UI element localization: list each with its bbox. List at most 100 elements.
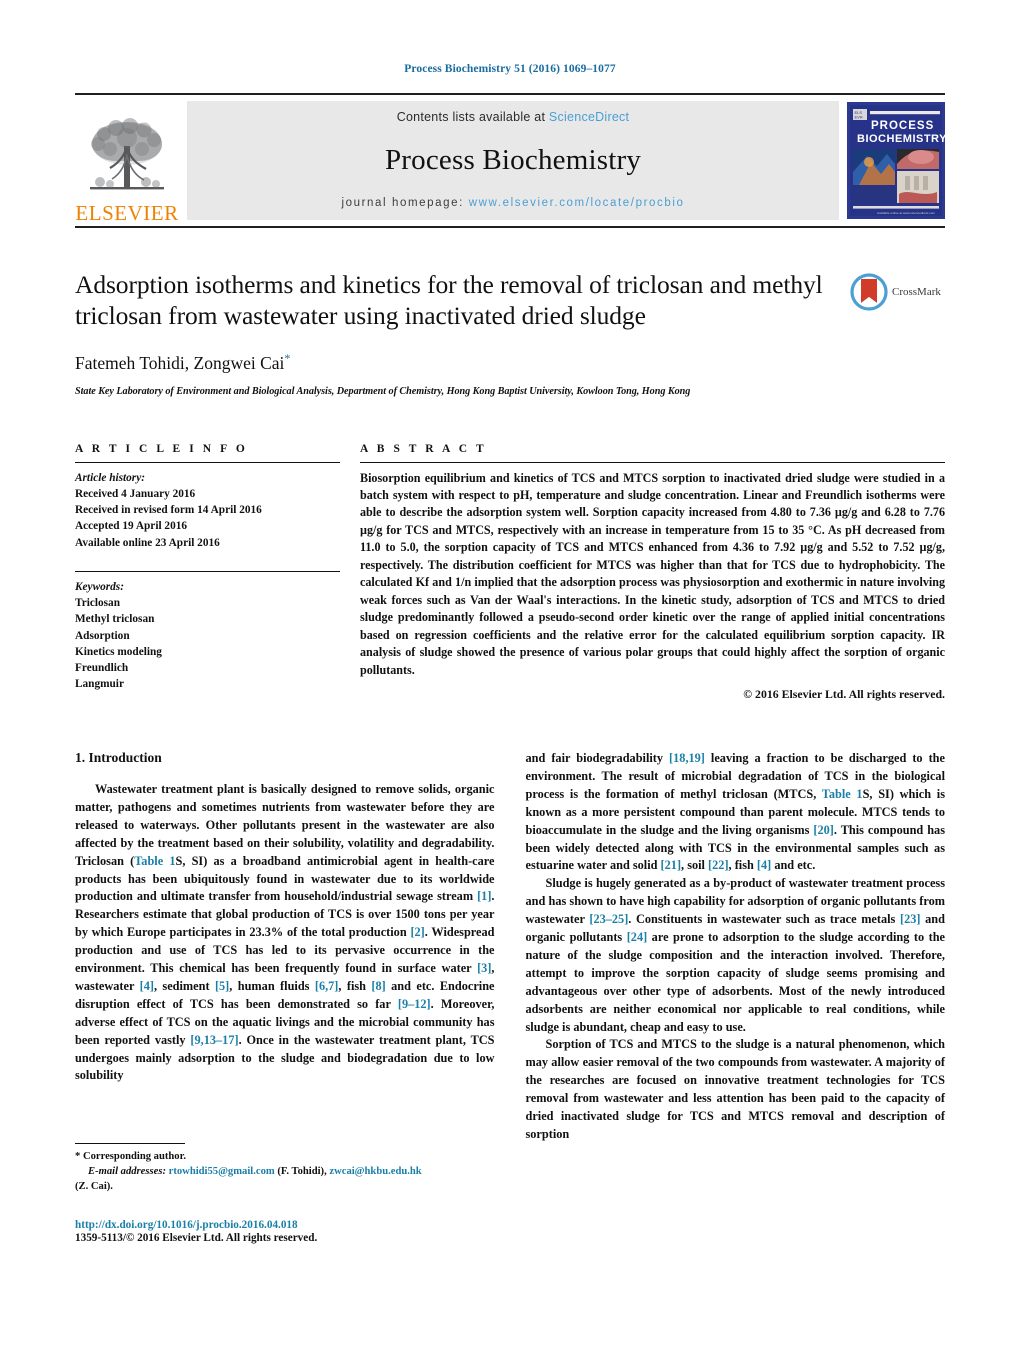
citation-4b[interactable]: [4] xyxy=(757,858,771,872)
keyword-item: Adsorption xyxy=(75,629,130,642)
svg-text:EVR: EVR xyxy=(855,115,863,120)
abstract-copyright: © 2016 Elsevier Ltd. All rights reserved… xyxy=(743,687,945,702)
keyword-item: Kinetics modeling xyxy=(75,645,162,658)
text-run: , soil xyxy=(681,858,709,873)
page-title: Adsorption isotherms and kinetics for th… xyxy=(75,270,823,330)
text-run: , sediment xyxy=(153,978,215,993)
body-columns: 1. Introduction Wastewater treatment pla… xyxy=(75,750,945,1144)
history-item: Received in revised form 14 April 2016 xyxy=(75,504,262,517)
elsevier-wordmark: ELSEVIER xyxy=(75,201,179,225)
author-names: Fatemeh Tohidi, Zongwei Cai xyxy=(75,352,285,373)
text-run: and etc. xyxy=(771,858,816,873)
journal-masthead: ELSEVIER Contents lists available at Sci… xyxy=(75,93,947,228)
title-block: Adsorption isotherms and kinetics for th… xyxy=(75,270,945,397)
link-table-1s-b[interactable]: Table 1 xyxy=(822,787,863,801)
body-right-column: and fair biodegradability [18,19] leavin… xyxy=(526,750,946,1144)
running-head: Process Biochemistry 51 (2016) 1069–1077 xyxy=(404,63,616,75)
text-run: , fish xyxy=(338,978,372,993)
keywords-label: Keywords: xyxy=(75,580,124,593)
email-addresses-note: E-mail addresses: rtowhidi55@gmail.com (… xyxy=(75,1164,505,1179)
article-info-column: A R T I C L E I N F O Article history: R… xyxy=(75,443,340,703)
journal-band: Contents lists available at ScienceDirec… xyxy=(187,101,839,220)
citation-21[interactable]: [21] xyxy=(661,858,682,872)
abstract-rule xyxy=(360,461,945,463)
email-label: E-mail addresses: xyxy=(88,1166,166,1178)
contents-lists-line: Contents lists available at ScienceDirec… xyxy=(397,110,630,124)
citation-9-12[interactable]: [9–12] xyxy=(398,997,431,1011)
abstract-heading: A B S T R A C T xyxy=(360,442,487,455)
issn-copyright-line: 1359-5113/© 2016 Elsevier Ltd. All right… xyxy=(75,1232,318,1244)
history-item: Available online 23 April 2016 xyxy=(75,536,220,549)
info-abstract-row: A R T I C L E I N F O Article history: R… xyxy=(75,443,945,703)
body-left-column: 1. Introduction Wastewater treatment pla… xyxy=(75,750,495,1144)
footnote-block: * Corresponding author. E-mail addresses… xyxy=(75,1143,505,1194)
svg-text:Available online at www.scienc: Available online at www.sciencedirect.co… xyxy=(877,211,935,215)
citation-9-13-17[interactable]: [9,13–17] xyxy=(190,1033,238,1047)
history-item: Accepted 19 April 2016 xyxy=(75,520,188,533)
crossmark-label: CrossMark xyxy=(892,286,941,298)
svg-text:PROCESS: PROCESS xyxy=(871,120,934,132)
email-owner-2: (Z. Cai). xyxy=(75,1181,113,1193)
journal-cover-thumbnail: ELS EVR PROCESS BIOCHEMISTRY Available o… xyxy=(847,102,947,219)
history-item: Received 4 January 2016 xyxy=(75,487,196,500)
citation-2[interactable]: [2] xyxy=(410,925,424,939)
email-owner-1: (F. Tohidi), xyxy=(274,1166,330,1178)
paragraph-intro-right-3: Sorption of TCS and MTCS to the sludge i… xyxy=(525,1037,946,1141)
citation-20[interactable]: [20] xyxy=(813,823,834,837)
title-column: Adsorption isotherms and kinetics for th… xyxy=(75,270,849,397)
citation-4[interactable]: [4] xyxy=(140,979,154,993)
article-info-rule-top xyxy=(75,461,340,463)
journal-cover-image: ELS EVR PROCESS BIOCHEMISTRY Available o… xyxy=(847,102,947,219)
text-run: are prone to adsorption to the sludge ac… xyxy=(525,930,946,1034)
doi-block: http://dx.doi.org/10.1016/j.procbio.2016… xyxy=(75,1219,515,1244)
homepage-prefix: journal homepage: xyxy=(341,197,469,209)
svg-text:BIOCHEMISTRY: BIOCHEMISTRY xyxy=(857,133,945,145)
text-run: and fair biodegradability xyxy=(525,751,670,766)
paragraph-intro-right-1: and fair biodegradability [18,19] leavin… xyxy=(526,750,946,875)
paragraph-intro-left: Wastewater treatment plant is basically … xyxy=(75,781,495,1085)
abstract-column: A B S T R A C T Biosorption equilibrium … xyxy=(360,443,945,703)
keyword-item: Triclosan xyxy=(75,597,120,610)
elsevier-tree-icon xyxy=(90,118,164,190)
corresponding-author-marker: * xyxy=(284,350,291,365)
citation-1[interactable]: [1] xyxy=(477,889,491,903)
citation-18-19[interactable]: [18,19] xyxy=(669,751,705,765)
contents-prefix: Contents lists available at xyxy=(396,110,549,124)
text-run: , human fluids xyxy=(229,978,315,993)
citation-6-7[interactable]: [6,7] xyxy=(315,979,339,993)
citation-23[interactable]: [23] xyxy=(900,912,921,926)
paragraph-intro-right-2: Sludge is hugely generated as a by-produ… xyxy=(526,875,946,1036)
citation-3[interactable]: [3] xyxy=(477,961,491,975)
journal-title: Process Biochemistry xyxy=(384,144,642,176)
abstract-text: Biosorption equilibrium and kinetics of … xyxy=(360,470,945,677)
keyword-item: Langmuir xyxy=(75,678,124,691)
author-list: Fatemeh Tohidi, Zongwei Cai* xyxy=(75,351,837,374)
footnote-rule xyxy=(75,1143,185,1144)
keyword-item: Freundlich xyxy=(75,662,129,675)
journal-homepage-line: journal homepage: www.elsevier.com/locat… xyxy=(341,197,684,209)
keywords-block: Keywords: Triclosan Methyl triclosan Ads… xyxy=(75,579,340,693)
citation-8[interactable]: [8] xyxy=(371,979,385,993)
sciencedirect-link[interactable]: ScienceDirect xyxy=(549,110,629,124)
doi-link[interactable]: http://dx.doi.org/10.1016/j.procbio.2016… xyxy=(75,1219,515,1231)
link-table-1s[interactable]: Table 1 xyxy=(134,854,175,868)
journal-homepage-link[interactable]: www.elsevier.com/locate/procbio xyxy=(469,197,685,209)
keyword-item: Methyl triclosan xyxy=(75,613,155,626)
article-history-block: Article history: Received 4 January 2016… xyxy=(75,470,340,551)
email-link-tohidi[interactable]: rtowhidi55@gmail.com xyxy=(169,1166,275,1177)
citation-24[interactable]: [24] xyxy=(627,930,648,944)
citation-5[interactable]: [5] xyxy=(215,979,229,993)
citation-23-25[interactable]: [23–25] xyxy=(589,912,628,926)
section-heading-introduction: 1. Introduction xyxy=(75,750,162,766)
citation-22[interactable]: [22] xyxy=(708,858,729,872)
corresponding-author-note: * Corresponding author. xyxy=(75,1151,186,1162)
crossmark-badge[interactable]: CrossMark xyxy=(849,272,945,312)
article-info-heading: A R T I C L E I N F O xyxy=(75,442,248,455)
journal-article-page: Process Biochemistry 51 (2016) 1069–1077 xyxy=(0,0,1020,1351)
keywords-rule xyxy=(75,570,340,572)
email-link-cai[interactable]: zwcai@hkbu.edu.hk xyxy=(329,1166,421,1177)
text-run: , fish xyxy=(728,858,757,873)
text-run: . Constituents in wastewater such as tra… xyxy=(628,912,900,927)
article-history-label: Article history: xyxy=(75,471,145,484)
